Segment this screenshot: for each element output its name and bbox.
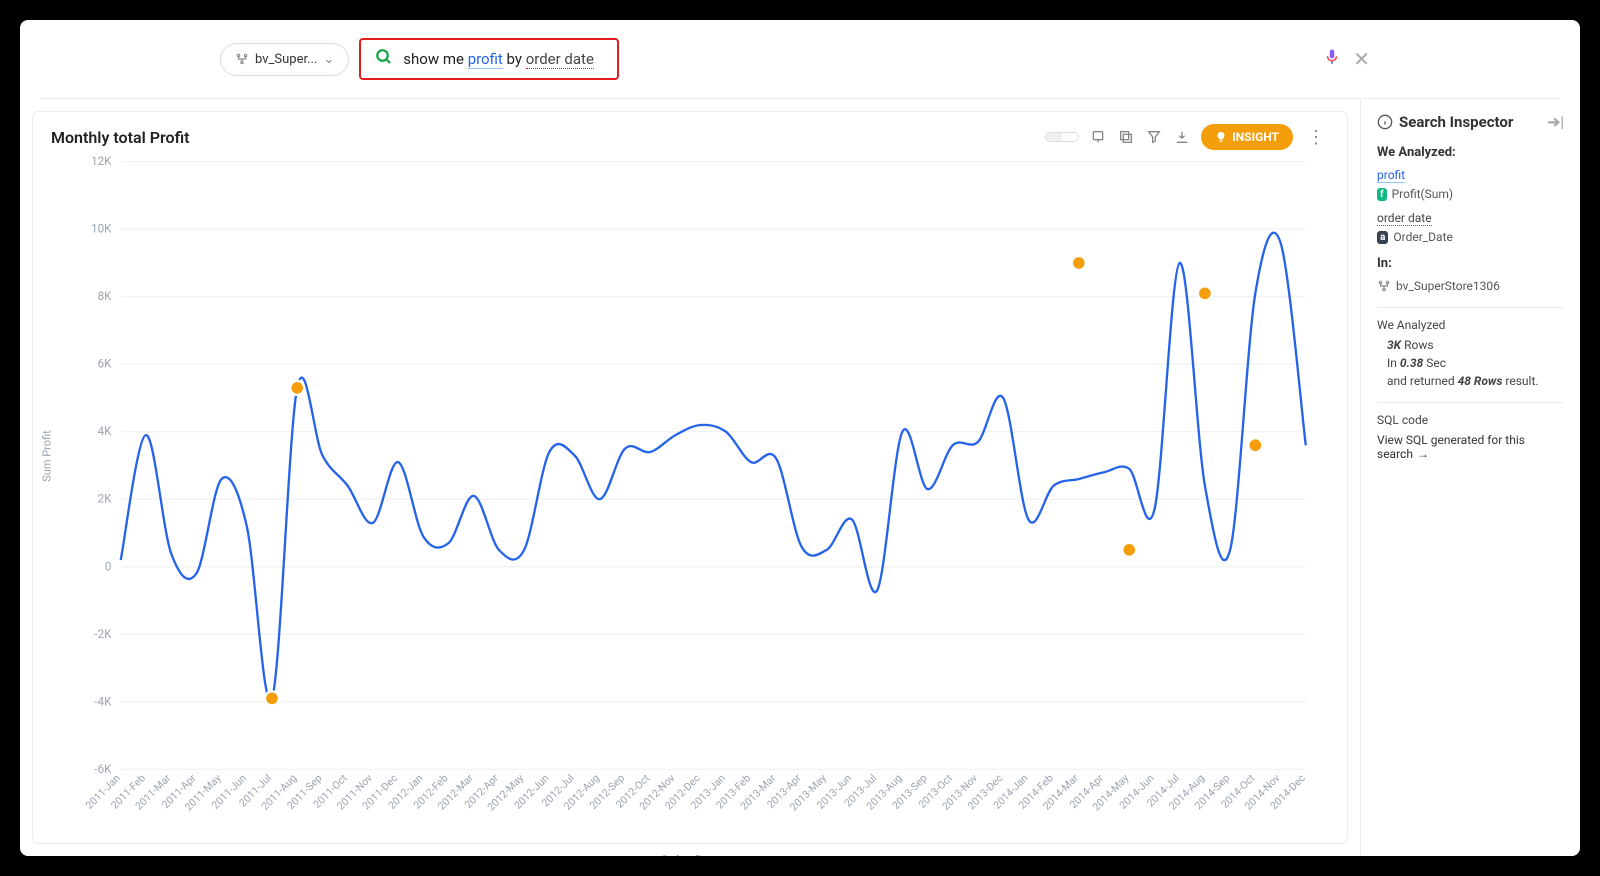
search-query-text: show me profit by order date — [403, 50, 594, 68]
inspector-header: Search Inspector ➔| — [1377, 113, 1564, 131]
search-bar-row: bv_Super... ⌄ show me profit by order da… — [20, 20, 1580, 98]
copy-icon[interactable] — [1117, 128, 1135, 146]
view-sql-link[interactable]: View SQL generated for this search→ — [1377, 433, 1564, 461]
x-axis-label: Order_Date — [51, 853, 1329, 856]
filter-icon[interactable] — [1145, 128, 1163, 146]
in-source[interactable]: bv_SuperStore1306 — [1377, 279, 1564, 293]
chart-body: Sum Profit -6K-4K-2K02K4K6K8K10K12K2011-… — [51, 150, 1329, 851]
svg-text:10K: 10K — [91, 222, 112, 236]
svg-text:-2K: -2K — [94, 627, 112, 641]
svg-text:6K: 6K — [98, 357, 113, 371]
attribute-badge-icon: a — [1377, 231, 1388, 244]
analyzed-term-orderdate-meta: aOrder_Date — [1377, 230, 1564, 244]
chart-panel: Monthly total Profit INSIGHT ⋮ — [32, 111, 1348, 844]
lightbulb-icon — [1215, 131, 1227, 143]
search-trailing-actions: ✕ — [1323, 47, 1380, 71]
more-menu-icon[interactable]: ⋮ — [1303, 127, 1329, 148]
svg-text:2K: 2K — [98, 492, 113, 506]
search-icon — [375, 48, 393, 70]
search-input[interactable]: show me profit by order date — [359, 38, 619, 80]
svg-text:8K: 8K — [98, 289, 113, 303]
query-chip-orderdate: order date — [526, 50, 594, 69]
analyzed-heading: We Analyzed: — [1377, 145, 1564, 160]
chart-toolbar: INSIGHT ⋮ — [1045, 124, 1329, 150]
clear-search-icon[interactable]: ✕ — [1353, 47, 1370, 71]
dataset-label: bv_Super... — [255, 52, 317, 67]
info-icon — [1377, 114, 1393, 130]
svg-text:-6K: -6K — [94, 762, 112, 776]
main-area: Monthly total Profit INSIGHT ⋮ — [20, 99, 1580, 856]
line-chart-svg[interactable]: -6K-4K-2K02K4K6K8K10K12K2011-Jan2011-Feb… — [51, 150, 1329, 851]
search-inspector-panel: Search Inspector ➔| We Analyzed: profit … — [1360, 99, 1580, 856]
hierarchy-icon — [235, 52, 249, 66]
chart-view-icon[interactable] — [1046, 133, 1062, 141]
insight-button[interactable]: INSIGHT — [1201, 124, 1293, 150]
in-heading: In: — [1377, 256, 1564, 271]
analyzed-term-orderdate[interactable]: order date — [1377, 211, 1432, 226]
arrow-right-icon: → — [1417, 447, 1429, 461]
y-axis-label: Sum Profit — [41, 430, 54, 482]
analyzed-term-profit[interactable]: profit — [1377, 168, 1405, 183]
table-view-icon[interactable] — [1062, 133, 1078, 141]
query-chip-profit: profit — [468, 50, 503, 69]
svg-text:-4K: -4K — [94, 694, 112, 708]
analyzed-term-profit-meta: fProfit(Sum) — [1377, 187, 1564, 201]
chevron-down-icon: ⌄ — [323, 52, 334, 67]
app-frame: bv_Super... ⌄ show me profit by order da… — [20, 20, 1580, 856]
sql-block: SQL code View SQL generated for this sea… — [1377, 402, 1564, 461]
chart-header: Monthly total Profit INSIGHT ⋮ — [51, 124, 1329, 150]
microphone-icon[interactable] — [1323, 48, 1341, 70]
download-icon[interactable] — [1173, 128, 1191, 146]
svg-text:4K: 4K — [98, 424, 113, 438]
svg-text:12K: 12K — [91, 154, 112, 168]
measure-badge-icon: f — [1377, 188, 1387, 201]
hierarchy-icon — [1377, 279, 1391, 293]
dataset-selector[interactable]: bv_Super... ⌄ — [220, 43, 349, 76]
view-toggle[interactable] — [1045, 132, 1079, 142]
pin-icon[interactable] — [1089, 128, 1107, 146]
chart-title: Monthly total Profit — [51, 128, 190, 147]
stats-block: We Analyzed 3K Rows In 0.38 Sec and retu… — [1377, 307, 1564, 388]
collapse-panel-icon[interactable]: ➔| — [1548, 113, 1564, 131]
svg-text:0: 0 — [105, 559, 112, 573]
